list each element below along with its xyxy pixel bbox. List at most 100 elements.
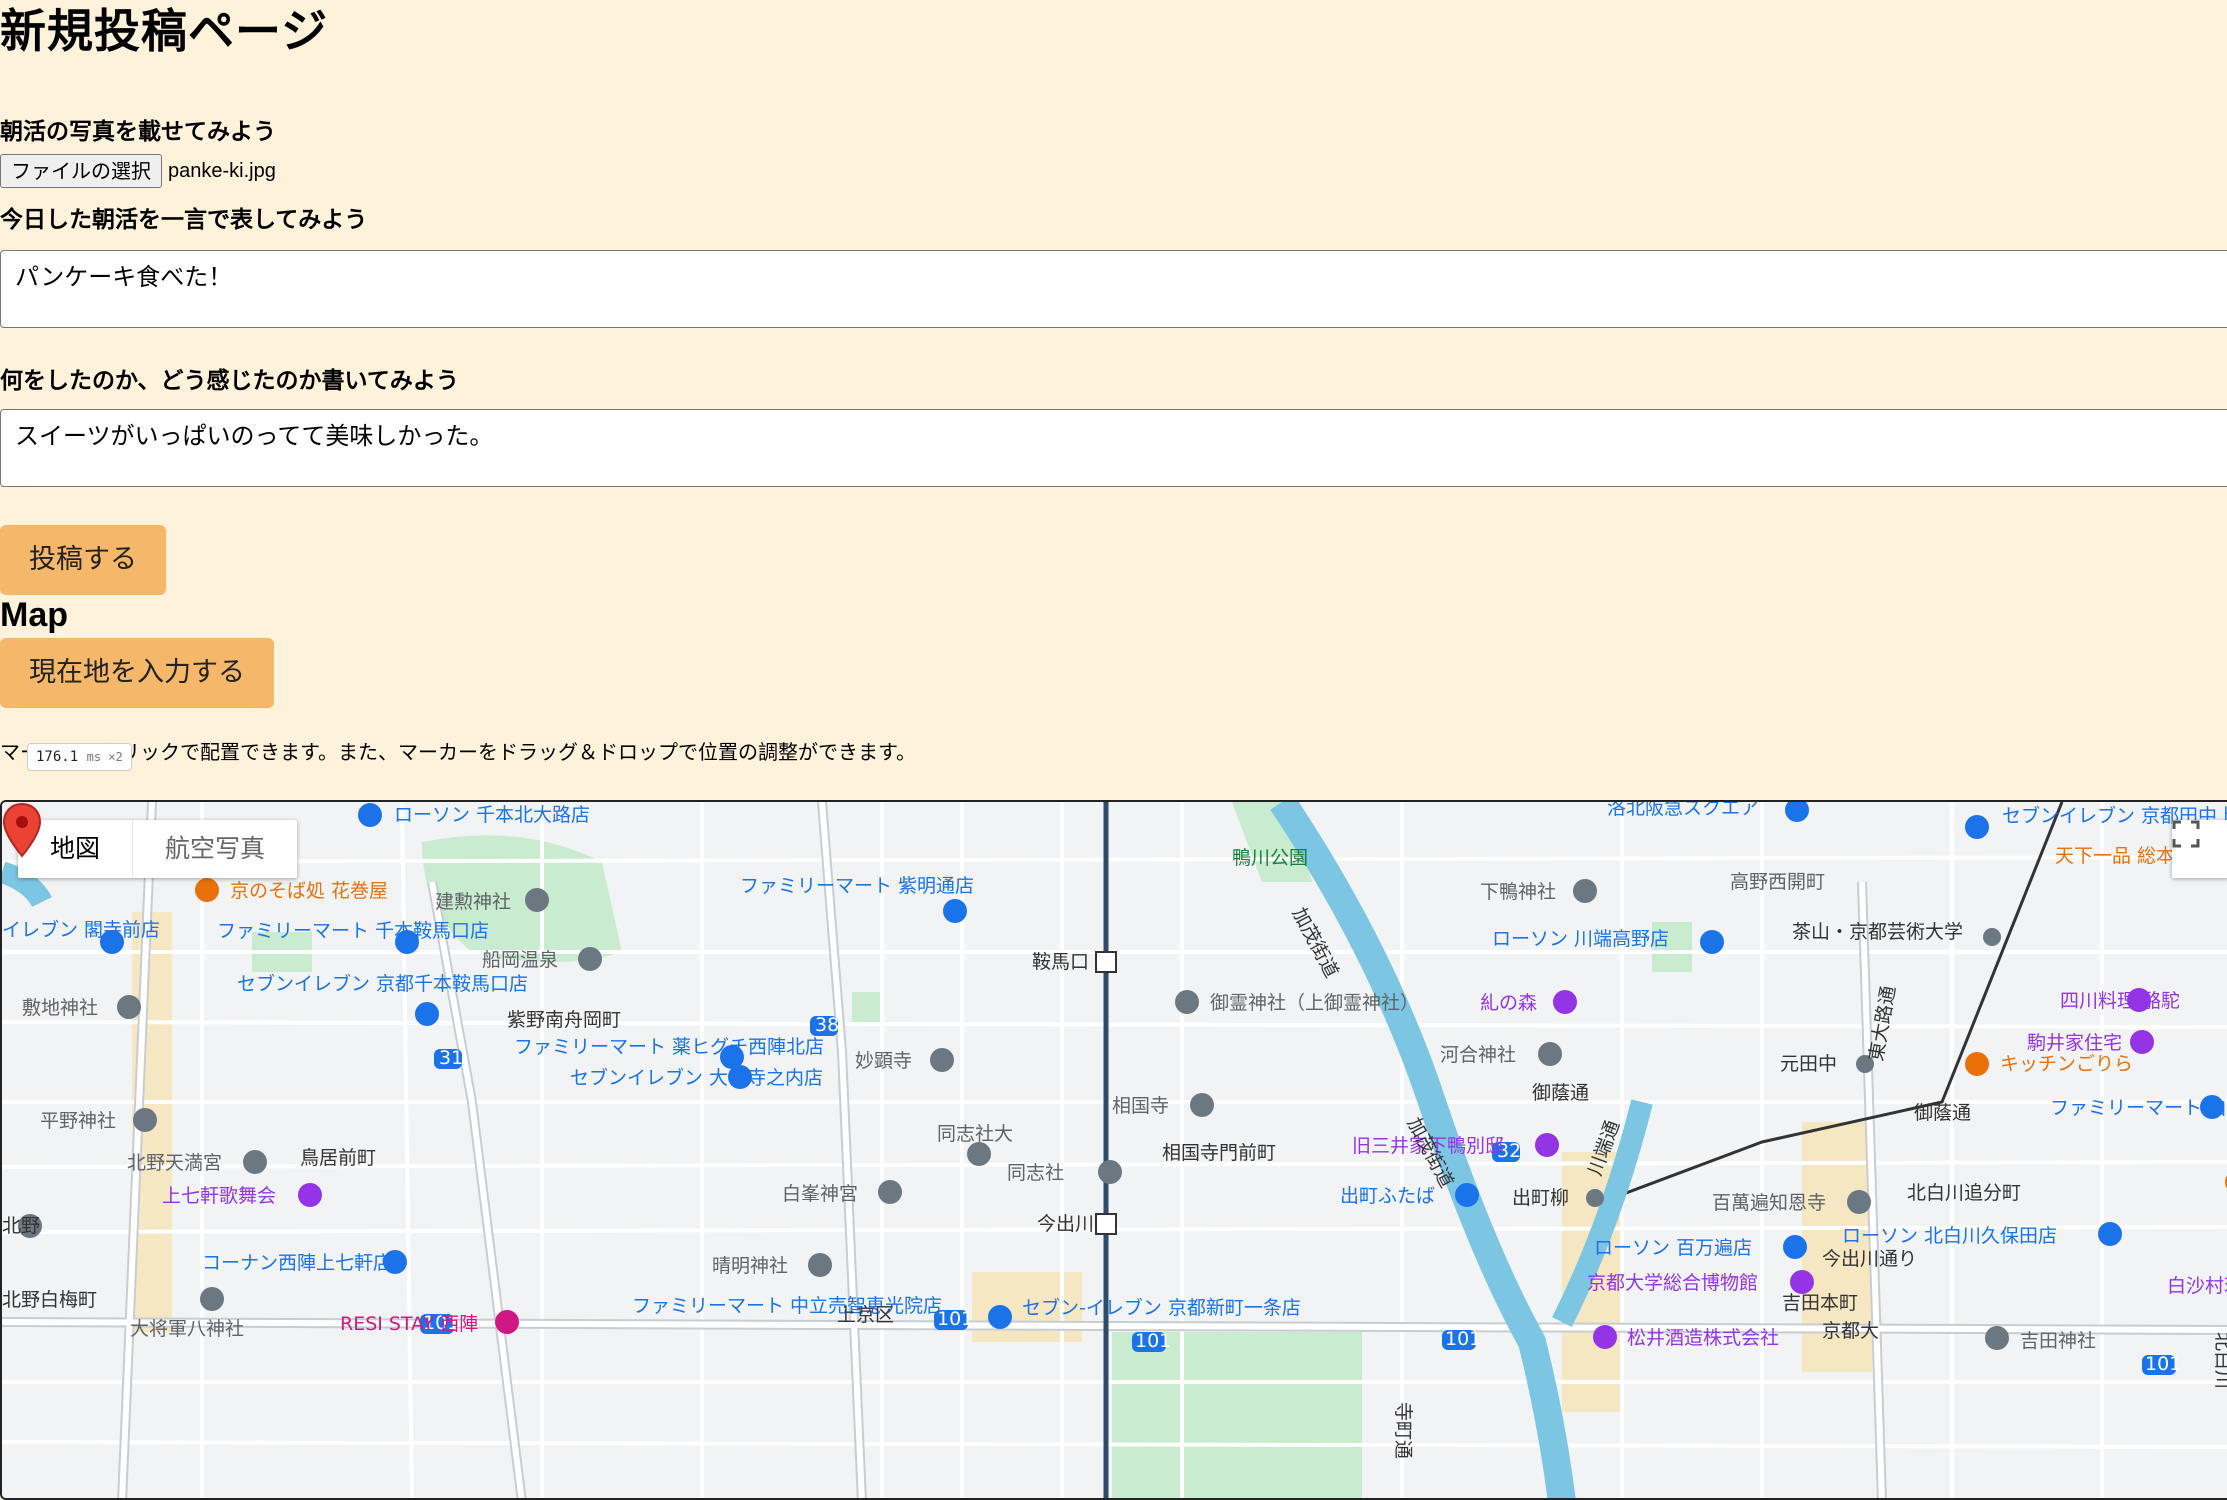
poi-label: 同志社 bbox=[1007, 1162, 1064, 1184]
poi-label: 糺の森 bbox=[1480, 992, 1537, 1014]
poi-label: 同志社大 bbox=[937, 1123, 1013, 1145]
road-label: 寺町通 bbox=[1392, 1402, 1414, 1459]
file-select-button[interactable]: ファイルの選択 bbox=[0, 154, 162, 188]
perf-badge: 176.1 ms ×2 bbox=[27, 743, 132, 771]
poi-label: RESI STAY 西陣 bbox=[340, 1313, 478, 1335]
shrine-icon bbox=[243, 1150, 267, 1174]
spa-icon bbox=[578, 947, 602, 971]
store-icon bbox=[988, 1305, 1012, 1329]
poi-label: 上京区 bbox=[837, 1304, 894, 1326]
poi-label: ファミリーマート 白川通別当町店 bbox=[2050, 1097, 2227, 1119]
temple-icon bbox=[1847, 1190, 1871, 1214]
station-icon bbox=[1586, 1189, 1604, 1207]
poi-label: 今出川通り bbox=[1822, 1248, 1917, 1270]
museum-icon bbox=[1535, 1133, 1559, 1157]
poi-label: 船岡温泉 bbox=[482, 949, 558, 971]
map[interactable]: 38 31 32 101 101 101 101 101 ローソン 千本北大路店… bbox=[0, 800, 2227, 1500]
page-title: 新規投稿ページ bbox=[0, 4, 329, 58]
poi-label: 北白川追分町 bbox=[1907, 1182, 2021, 1204]
title-input[interactable]: パンケーキ食べた！ bbox=[0, 250, 2227, 328]
poi-label: 茶山・京都芸術大学 bbox=[1792, 921, 1963, 943]
fullscreen-icon bbox=[2172, 820, 2200, 848]
shrine-icon bbox=[1573, 879, 1597, 903]
road-label: 御蔭通 bbox=[1914, 1102, 1971, 1124]
poi-label: 駒井家住宅 bbox=[2027, 1032, 2122, 1054]
hotel-icon bbox=[495, 1310, 519, 1334]
poi-label: 高野西開町 bbox=[1730, 871, 1825, 893]
map-type-satellite[interactable]: 航空写真 bbox=[132, 820, 297, 878]
fullscreen-button[interactable] bbox=[2172, 820, 2227, 878]
poi-label: 御蔭通 bbox=[1532, 1082, 1589, 1104]
body-label: 何をしたのか、どう感じたのか書いてみよう bbox=[0, 368, 459, 394]
restaurant-icon bbox=[1965, 1052, 1989, 1076]
poi-label: 白沙村荘 関雪記 bbox=[2167, 1275, 2227, 1297]
poi-label: キッチンごりら bbox=[2000, 1053, 2133, 1075]
file-name: panke-ki.jpg bbox=[168, 159, 276, 182]
poi-label: ローソン 百万遍店 bbox=[1594, 1237, 1752, 1259]
route-101-e: 101 bbox=[2145, 1353, 2181, 1375]
route-38: 38 bbox=[815, 1014, 839, 1036]
poi-label: 相国寺 bbox=[1112, 1095, 1169, 1117]
poi-label: 洛北阪急スクエア bbox=[1607, 802, 1759, 819]
shrine-icon bbox=[1538, 1042, 1562, 1066]
poi-label: 白峯神宮 bbox=[782, 1183, 858, 1205]
poi-label: ファミリーマート 紫明通店 bbox=[740, 875, 974, 897]
poi-label: 松井酒造株式会社 bbox=[1627, 1327, 1779, 1349]
submit-button[interactable]: 投稿する bbox=[0, 525, 166, 595]
road-label: 北野 bbox=[2, 1215, 40, 1237]
shrine-icon bbox=[133, 1108, 157, 1132]
poi-label: 北野天満宮 bbox=[127, 1152, 222, 1174]
restaurant-icon bbox=[195, 878, 219, 902]
poi-label: 紫野南舟岡町 bbox=[507, 1009, 621, 1031]
poi-label: ローソン 川端高野店 bbox=[1492, 928, 1669, 950]
locate-button[interactable]: 現在地を入力する bbox=[0, 638, 274, 708]
route-31: 31 bbox=[439, 1047, 463, 1069]
poi-label: 出町ふたば bbox=[1340, 1185, 1435, 1207]
poi-label: 大将軍八神社 bbox=[130, 1318, 244, 1340]
poi-label: 四川料理 駱駝 bbox=[2060, 990, 2180, 1012]
school-icon bbox=[1098, 1160, 1122, 1184]
poi-label: 北野白梅町 bbox=[2, 1289, 97, 1311]
poi-label: イレブン 閣寺前店 bbox=[2, 918, 160, 941]
shrine-icon bbox=[1175, 990, 1199, 1014]
store-icon bbox=[358, 803, 382, 827]
map-type-control: 地図 航空写真 bbox=[18, 820, 298, 878]
poi-label: 上七軒歌舞会 bbox=[162, 1185, 276, 1207]
poi-label: 平野神社 bbox=[40, 1110, 116, 1132]
museum-icon bbox=[1790, 1270, 1814, 1294]
poi-label: 晴明神社 bbox=[712, 1255, 788, 1277]
poi-label: 御霊神社（上御霊神社） bbox=[1210, 992, 1419, 1014]
poi-label: 京のそば処 花巻屋 bbox=[230, 880, 388, 902]
store-icon bbox=[415, 1002, 439, 1026]
poi-label: ファミリーマート 中立売智恵光院店 bbox=[632, 1295, 942, 1317]
map-canvas[interactable]: 38 31 32 101 101 101 101 101 ローソン 千本北大路店… bbox=[2, 802, 2227, 1500]
file-picker: ファイルの選択 panke-ki.jpg bbox=[0, 153, 276, 189]
poi-label: 百萬遍知恩寺 bbox=[1712, 1192, 1826, 1214]
body-textarea[interactable]: スイーツがいっぱいのってて美味しかった。 bbox=[0, 409, 2227, 487]
poi-label: 出町柳 bbox=[1512, 1187, 1569, 1209]
shrine-icon bbox=[525, 888, 549, 912]
poi-label: 今出川 bbox=[1037, 1213, 1094, 1235]
store-icon bbox=[1700, 930, 1724, 954]
poi-label: ローソン 千本北大路店 bbox=[394, 804, 590, 826]
station-icon bbox=[1983, 928, 2001, 946]
store-icon bbox=[1783, 1235, 1807, 1259]
store-icon bbox=[2098, 1222, 2122, 1246]
shop-icon bbox=[1455, 1183, 1479, 1207]
title-label: 今日した朝活を一言で表してみよう bbox=[0, 207, 368, 233]
poi-label: 建勲神社 bbox=[435, 891, 511, 913]
poi-label: 河合神社 bbox=[1440, 1044, 1516, 1066]
poi-label: セブンイレブン 京都千本鞍馬口店 bbox=[237, 972, 528, 995]
road-label: 北白川 bbox=[2212, 1332, 2227, 1389]
poi-label: 鞍馬口 bbox=[1032, 951, 1089, 973]
shrine-icon bbox=[808, 1253, 832, 1277]
shrine-icon bbox=[200, 1287, 224, 1311]
poi-label: 鳥居前町 bbox=[300, 1147, 376, 1169]
poi-label: 鴨川公園 bbox=[1232, 847, 1308, 869]
map-pin-icon[interactable] bbox=[2, 802, 42, 858]
perf-value: 176.1 bbox=[36, 749, 79, 765]
route-101-d: 101 bbox=[1445, 1328, 1481, 1350]
poi-label: ファミリーマート 千本鞍馬口店 bbox=[217, 920, 489, 942]
poi-label: 下鴨神社 bbox=[1480, 881, 1556, 903]
poi-label: ローソン 北白川久保田店 bbox=[1842, 1225, 2057, 1247]
